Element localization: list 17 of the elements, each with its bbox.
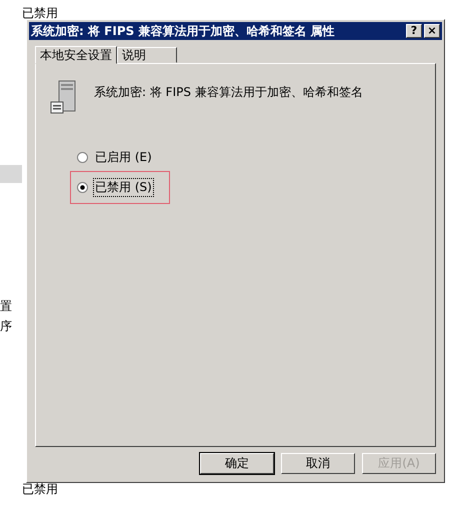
close-button[interactable]: × (424, 24, 440, 38)
tab[interactable]: 说明 (117, 47, 177, 63)
dialog-button[interactable]: 取消 (281, 453, 355, 474)
list-text: 已禁用 (22, 481, 59, 498)
radio-option[interactable]: 已启用 (E) (77, 148, 163, 167)
help-button[interactable]: ? (406, 24, 422, 38)
radio-button[interactable] (77, 152, 88, 163)
tab[interactable]: 本地安全设置 (35, 46, 117, 64)
radio-button[interactable] (77, 182, 88, 193)
list-text: 序 (0, 318, 13, 335)
list-text: 已禁用 (22, 5, 59, 22)
selected-row (0, 165, 22, 183)
window-title: 系统加密: 将 FIPS 兼容算法用于加密、哈希和签名 属性 (31, 22, 336, 40)
dialog-button[interactable]: 确定 (200, 453, 274, 474)
policy-name: 系统加密: 将 FIPS 兼容算法用于加密、哈希和签名 (94, 84, 363, 101)
computer-tower-icon (50, 80, 78, 114)
list-text: 置 (0, 298, 13, 315)
